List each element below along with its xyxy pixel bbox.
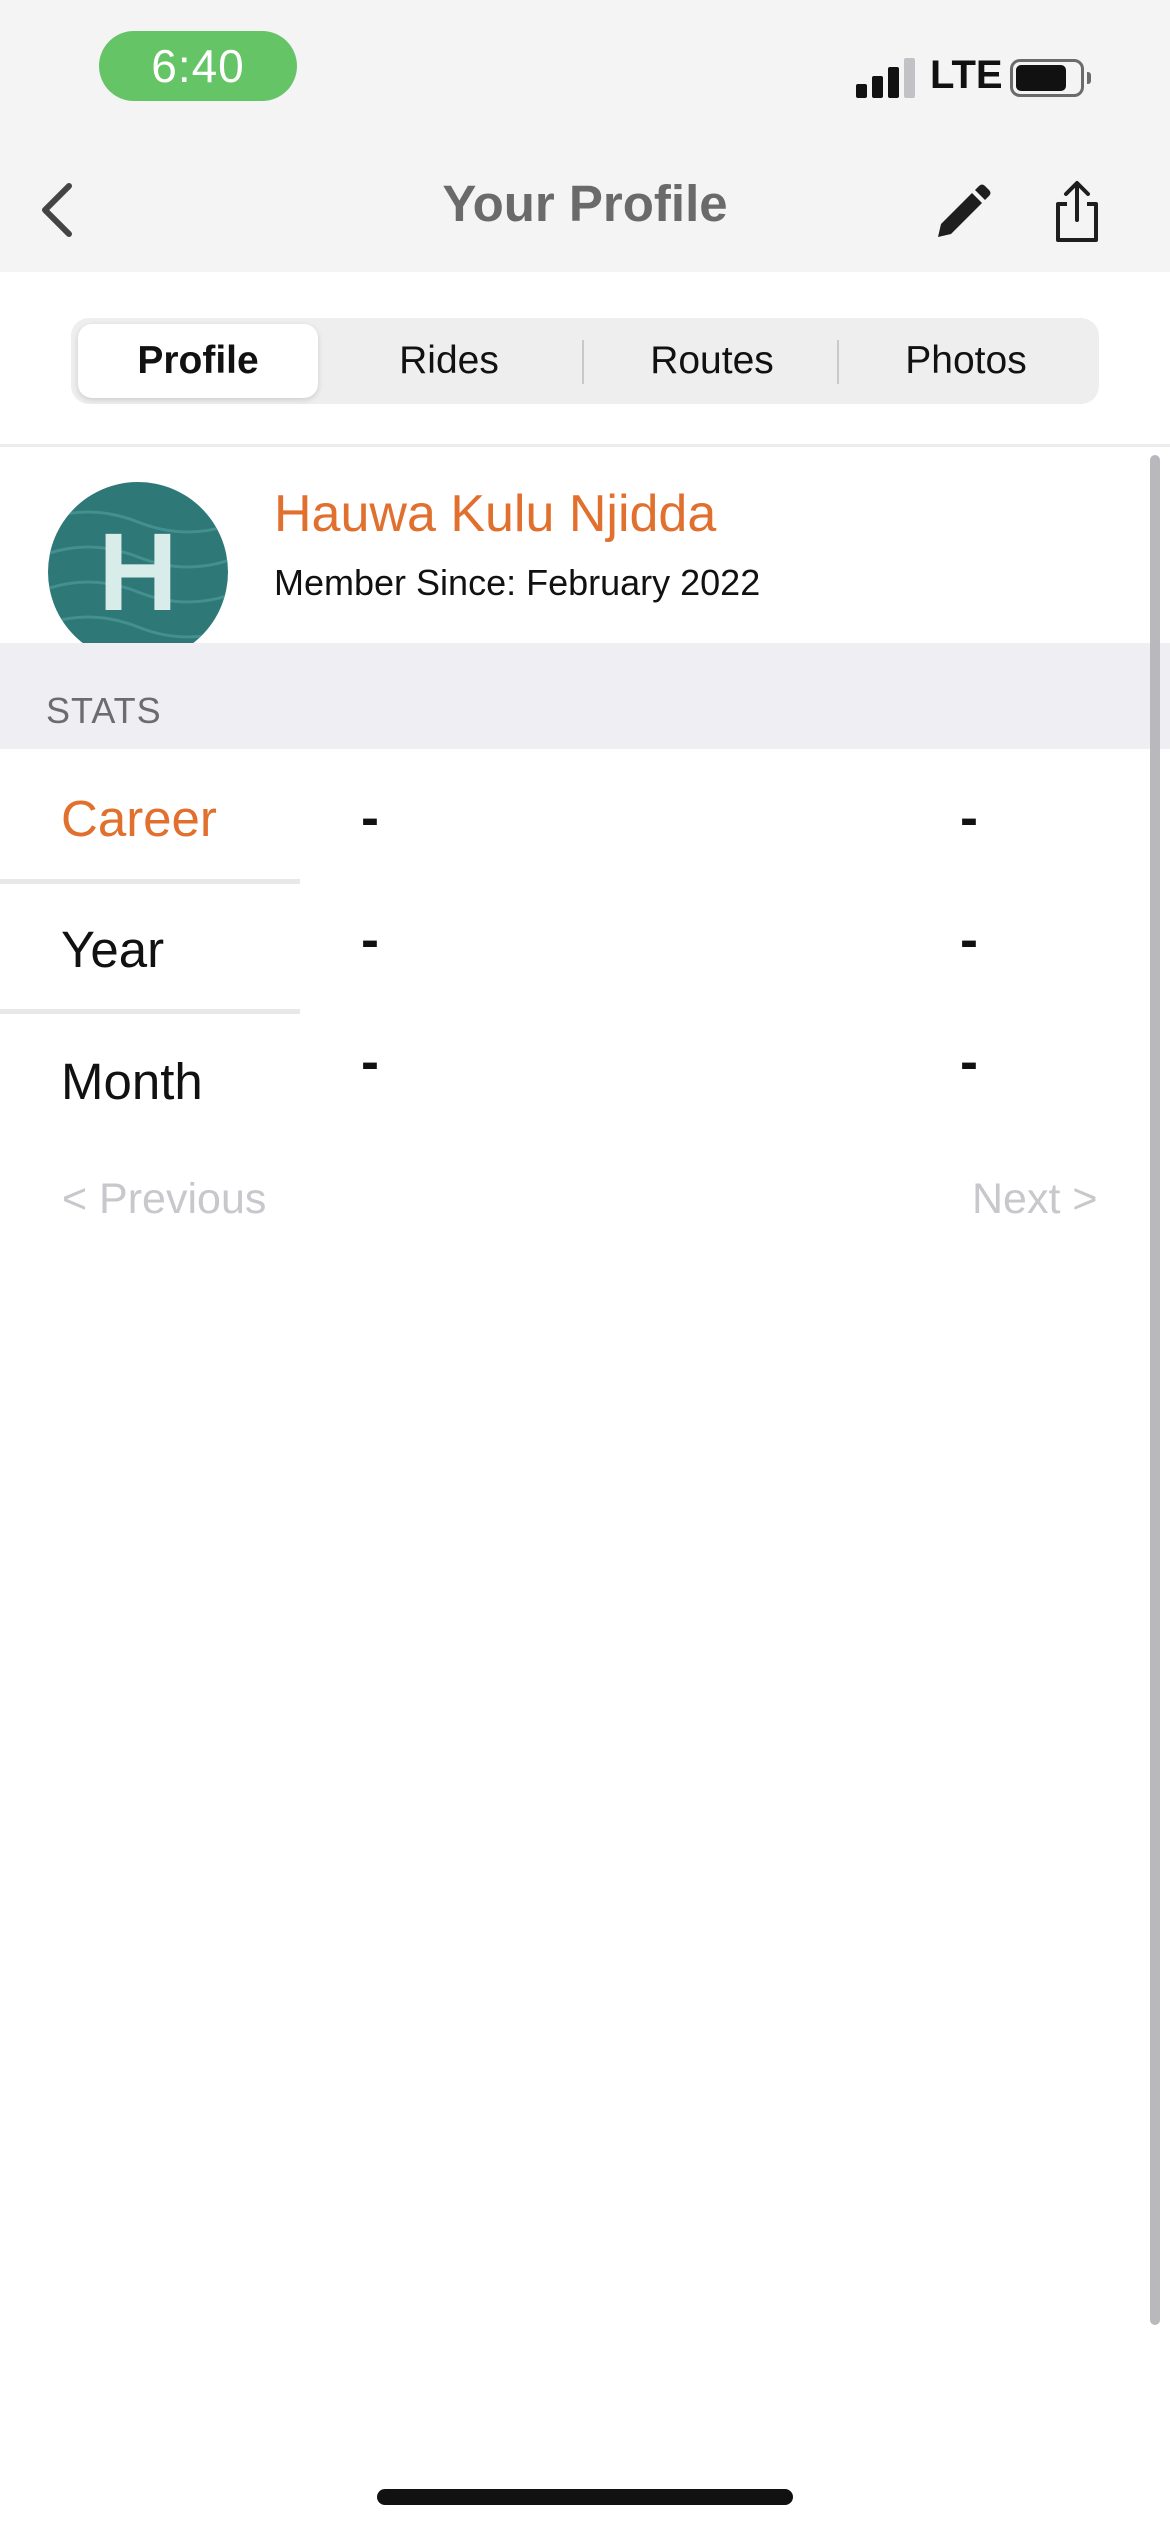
stat-value: - bbox=[960, 1032, 978, 1092]
battery-icon bbox=[1010, 59, 1091, 97]
home-indicator[interactable] bbox=[377, 2489, 793, 2505]
stats-header-label: STATS bbox=[46, 690, 162, 731]
period-year[interactable]: Year bbox=[0, 884, 300, 1014]
stats-section-header bbox=[0, 643, 1170, 749]
tab-divider bbox=[837, 340, 839, 384]
share-button[interactable] bbox=[1040, 172, 1114, 252]
stat-value: - bbox=[361, 1032, 379, 1092]
tab-divider bbox=[582, 340, 584, 384]
edit-profile-button[interactable] bbox=[925, 176, 999, 250]
navigation-bar: Your Profile bbox=[0, 150, 1170, 272]
period-month[interactable]: Month bbox=[0, 1014, 300, 1144]
profile-name: Hauwa Kulu Njidda bbox=[274, 485, 717, 543]
period-label: Year bbox=[61, 921, 165, 978]
period-career[interactable]: Career bbox=[0, 749, 300, 879]
period-label: Career bbox=[61, 790, 217, 847]
status-time[interactable]: 6:40 bbox=[99, 31, 297, 101]
scrollbar[interactable] bbox=[1150, 455, 1160, 2325]
period-label: Month bbox=[61, 1053, 203, 1110]
avatar-initial: H bbox=[98, 510, 178, 634]
avatar[interactable]: H bbox=[48, 482, 228, 662]
divider bbox=[0, 444, 1170, 447]
member-since: Member Since: February 2022 bbox=[274, 562, 761, 603]
pencil-icon bbox=[938, 184, 991, 237]
next-button[interactable]: Next > bbox=[972, 1175, 1097, 1224]
stat-value: - bbox=[361, 910, 379, 970]
cellular-signal-icon bbox=[856, 58, 918, 98]
status-bar: 6:40 LTE bbox=[0, 0, 1170, 150]
tab-profile[interactable]: Profile bbox=[78, 324, 318, 398]
tab-rides[interactable]: Rides bbox=[329, 324, 569, 398]
network-type: LTE bbox=[930, 53, 1003, 97]
stat-value: - bbox=[960, 788, 978, 848]
tab-routes[interactable]: Routes bbox=[587, 324, 837, 398]
profile-screen: 6:40 LTE Your Profile Profile Rides Rout… bbox=[0, 0, 1170, 2532]
tab-photos[interactable]: Photos bbox=[841, 324, 1091, 398]
stat-value: - bbox=[960, 910, 978, 970]
profile-tabs: Profile Rides Routes Photos bbox=[71, 318, 1099, 404]
previous-button[interactable]: < Previous bbox=[62, 1175, 266, 1224]
share-icon bbox=[1056, 181, 1098, 242]
stat-value: - bbox=[361, 788, 379, 848]
